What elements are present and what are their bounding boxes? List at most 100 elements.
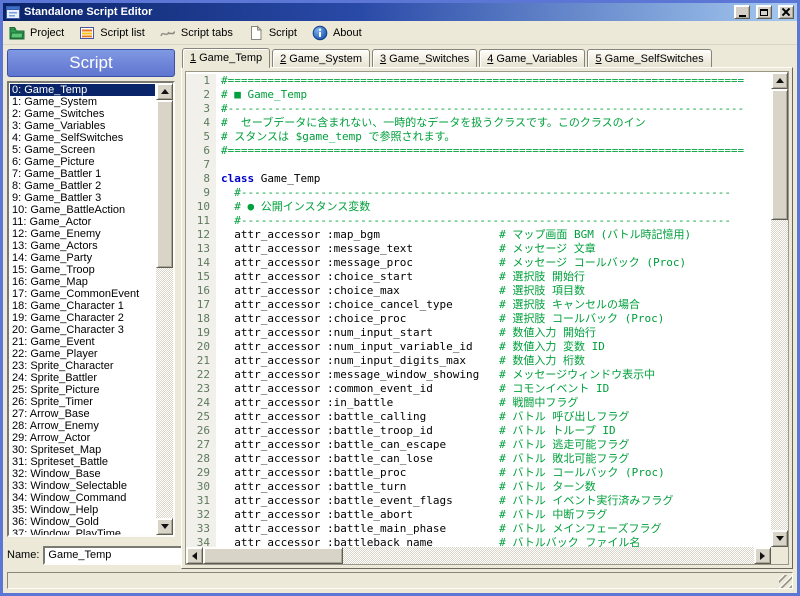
script-list-item[interactable]: 19: Game_Character 2	[10, 312, 155, 324]
tab-number: 2	[280, 53, 286, 65]
script-list-item[interactable]: 15: Game_Troop	[10, 264, 155, 276]
script-list-item[interactable]: 14: Game_Party	[10, 252, 155, 264]
line-number: 17	[186, 298, 216, 312]
code-line: 14 attr_accessor :message_proc # メッセージ コ…	[186, 256, 771, 270]
title-bar[interactable]: Standalone Script Editor	[3, 3, 797, 21]
code-line: 12 attr_accessor :map_bgm # マップ画面 BGM (バ…	[186, 228, 771, 242]
close-icon	[782, 8, 790, 16]
tab-number: 1	[190, 52, 196, 64]
tab-game_system[interactable]: 2Game_System	[272, 49, 370, 67]
line-number: 26	[186, 424, 216, 438]
maximize-button[interactable]	[756, 5, 772, 19]
script-list-item[interactable]: 23: Sprite_Character	[10, 360, 155, 372]
code-editor[interactable]: 1#======================================…	[185, 71, 789, 565]
script-list-item[interactable]: 8: Game_Battler 2	[10, 180, 155, 192]
script-list-item[interactable]: 3: Game_Variables	[10, 120, 155, 132]
minimize-button[interactable]	[734, 5, 750, 19]
script-list-item[interactable]: 6: Game_Picture	[10, 156, 155, 168]
arrow-left-icon	[192, 552, 197, 560]
scroll-up-button[interactable]	[156, 83, 173, 100]
tab-label: Game_System	[289, 53, 362, 65]
script-list-item[interactable]: 32: Window_Base	[10, 468, 155, 480]
arrow-down-icon	[161, 524, 169, 529]
script-list-item[interactable]: 24: Sprite_Battler	[10, 372, 155, 384]
code-line: 5# スタンスは $game_temp で参照されます。	[186, 130, 771, 144]
script-list-item[interactable]: 21: Game_Event	[10, 336, 155, 348]
scroll-down-button[interactable]	[771, 530, 788, 547]
script-list-item[interactable]: 7: Game_Battler 1	[10, 168, 155, 180]
script-button[interactable]: Script	[244, 22, 306, 44]
script-list-item[interactable]: 35: Window_Help	[10, 504, 155, 516]
script-list-item[interactable]: 37: Window_PlayTime	[10, 528, 155, 537]
tab-game_selfswitches[interactable]: 5Game_SelfSwitches	[587, 49, 711, 67]
minimize-icon	[739, 15, 746, 17]
tab-game_switches[interactable]: 3Game_Switches	[372, 49, 477, 67]
scroll-thumb[interactable]	[771, 89, 788, 220]
script-list-item[interactable]: 28: Arrow_Enemy	[10, 420, 155, 432]
scroll-thumb[interactable]	[156, 100, 173, 268]
script-list-item[interactable]: 34: Window_Command	[10, 492, 155, 504]
line-number: 2	[186, 88, 216, 102]
script-list-item[interactable]: 5: Game_Screen	[10, 144, 155, 156]
script-list-item[interactable]: 20: Game_Character 3	[10, 324, 155, 336]
script-list-item[interactable]: 1: Game_System	[10, 96, 155, 108]
script-list-item[interactable]: 33: Window_Selectable	[10, 480, 155, 492]
script-list[interactable]: 0: Game_Temp1: Game_System2: Game_Switch…	[7, 81, 175, 537]
line-number: 20	[186, 340, 216, 354]
code-text	[216, 158, 221, 172]
code-text: attr_accessor :message_window_showing # …	[216, 368, 655, 382]
script-list-item[interactable]: 13: Game_Actors	[10, 240, 155, 252]
code-line: 30 attr_accessor :battle_turn # バトル ターン数	[186, 480, 771, 494]
script-list-item[interactable]: 27: Arrow_Base	[10, 408, 155, 420]
script-list-item[interactable]: 18: Game_Character 1	[10, 300, 155, 312]
about-button[interactable]: About	[308, 22, 371, 44]
code-text: attr_accessor :battle_event_flags # バトル …	[216, 494, 673, 508]
arrow-up-icon	[161, 89, 169, 94]
script-list-item[interactable]: 31: Spriteset_Battle	[10, 456, 155, 468]
scroll-up-button[interactable]	[771, 72, 788, 89]
scroll-down-button[interactable]	[156, 518, 173, 535]
script-list-item[interactable]: 30: Spriteset_Map	[10, 444, 155, 456]
code-line: 28 attr_accessor :battle_can_lose # バトル …	[186, 452, 771, 466]
script-list-item[interactable]: 10: Game_BattleAction	[10, 204, 155, 216]
editor-vertical-scrollbar[interactable]	[771, 72, 788, 547]
scroll-thumb[interactable]	[203, 547, 343, 564]
script-list-button[interactable]: Script list	[75, 22, 154, 44]
script-list-item[interactable]: 26: Sprite_Timer	[10, 396, 155, 408]
resize-grip[interactable]	[779, 575, 792, 588]
code-line: 21 attr_accessor :num_input_digits_max #…	[186, 354, 771, 368]
script-list-item[interactable]: 12: Game_Enemy	[10, 228, 155, 240]
script-list-item[interactable]: 9: Game_Battler 3	[10, 192, 155, 204]
script-list-item[interactable]: 11: Game_Actor	[10, 216, 155, 228]
code-line: 11 #------------------------------------…	[186, 214, 771, 228]
tab-game_variables[interactable]: 4Game_Variables	[479, 49, 585, 67]
scroll-right-button[interactable]	[754, 547, 771, 564]
close-button[interactable]	[778, 5, 794, 19]
project-button[interactable]: Project	[5, 22, 73, 44]
script-list-scrollbar[interactable]	[156, 83, 173, 535]
line-number: 30	[186, 480, 216, 494]
script-list-item[interactable]: 16: Game_Map	[10, 276, 155, 288]
tab-game_temp[interactable]: 1Game_Temp	[182, 48, 270, 68]
script-list-item[interactable]: 2: Game_Switches	[10, 108, 155, 120]
scroll-left-button[interactable]	[186, 547, 203, 564]
code-line: 13 attr_accessor :message_text # メッセージ 文…	[186, 242, 771, 256]
code-text: attr_accessor :battle_can_escape # バトル 逃…	[216, 438, 629, 452]
name-input[interactable]	[43, 546, 195, 565]
script-list-item[interactable]: 29: Arrow_Actor	[10, 432, 155, 444]
code-text: attr_accessor :num_input_variable_id # 数…	[216, 340, 605, 354]
code-text: attr_accessor :common_event_id # コモンイベント…	[216, 382, 609, 396]
script-list-item[interactable]: 17: Game_CommonEvent	[10, 288, 155, 300]
script-list-item[interactable]: 4: Game_SelfSwitches	[10, 132, 155, 144]
line-number: 9	[186, 186, 216, 200]
code-text: attr_accessor :message_proc # メッセージ コールバ…	[216, 256, 686, 270]
code-view[interactable]: 1#======================================…	[186, 72, 771, 547]
tab-label: Game_Variables	[496, 53, 577, 65]
script-list-item[interactable]: 25: Sprite_Picture	[10, 384, 155, 396]
script-list-item[interactable]: 22: Game_Player	[10, 348, 155, 360]
script-list-item[interactable]: 36: Window_Gold	[10, 516, 155, 528]
line-number: 6	[186, 144, 216, 158]
script-list-item[interactable]: 0: Game_Temp	[10, 84, 155, 96]
editor-horizontal-scrollbar[interactable]	[186, 547, 771, 564]
script-tabs-button[interactable]: Script tabs	[156, 22, 242, 44]
